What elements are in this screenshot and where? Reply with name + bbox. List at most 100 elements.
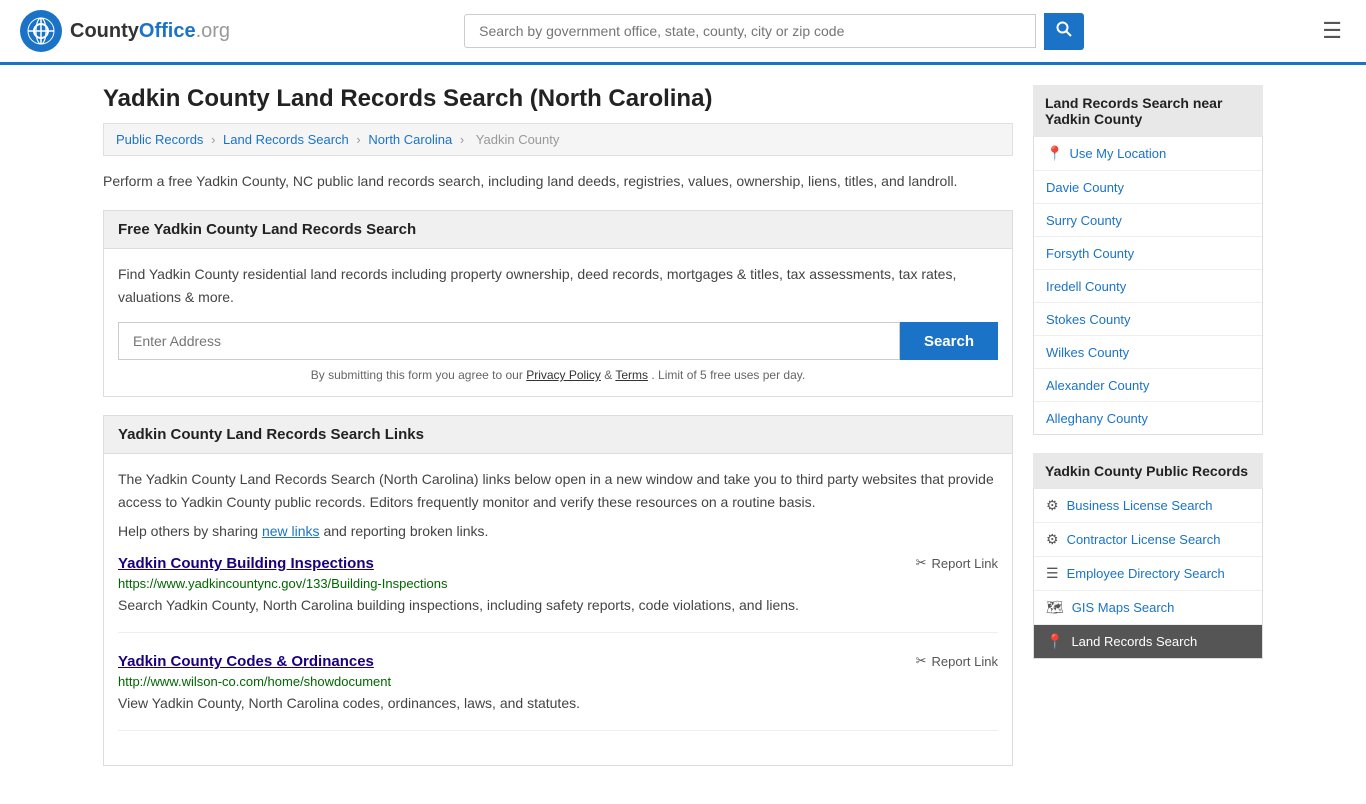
nearby-county-davie[interactable]: Davie County (1034, 171, 1262, 204)
sidebar: Land Records Search near Yadkin County 📍… (1033, 85, 1263, 784)
list-icon: ☰ (1046, 565, 1059, 582)
link-entry-1-desc: Search Yadkin County, North Carolina bui… (118, 595, 998, 616)
link-entry-2-link[interactable]: Yadkin County Codes & Ordinances (118, 653, 374, 670)
link-entry-2-desc: View Yadkin County, North Carolina codes… (118, 693, 998, 714)
limit-notice: . Limit of 5 free uses per day. (651, 368, 805, 382)
share-text: Help others by sharing (118, 523, 258, 539)
new-links-link[interactable]: new links (262, 523, 320, 539)
breadcrumb-yadkin-county: Yadkin County (476, 132, 560, 147)
link-entry-1-header: Yadkin County Building Inspections ✂ Rep… (118, 555, 998, 572)
nearby-section: Land Records Search near Yadkin County 📍… (1033, 85, 1263, 435)
free-search-description: Find Yadkin County residential land reco… (118, 263, 998, 308)
breadcrumb-sep-3: › (460, 132, 464, 147)
report-label-2: Report Link (932, 654, 998, 669)
pr-contractor-license[interactable]: ⚙ Contractor License Search (1034, 523, 1262, 557)
and-label: & (604, 368, 615, 382)
public-records-list: ⚙ Business License Search ⚙ Contractor L… (1033, 489, 1263, 659)
pr-land-records[interactable]: 📍 Land Records Search (1034, 625, 1262, 658)
terms-label: Terms (615, 368, 648, 382)
terms-link[interactable]: Terms (615, 368, 648, 382)
use-my-location-item[interactable]: 📍 Use My Location (1034, 137, 1262, 171)
links-section-body: The Yadkin County Land Records Search (N… (104, 454, 1012, 765)
free-search-header: Free Yadkin County Land Records Search (104, 211, 1012, 249)
wilkes-county-link[interactable]: Wilkes County (1046, 345, 1129, 360)
link-entry-2-header: Yadkin County Codes & Ordinances ✂ Repor… (118, 653, 998, 670)
header-search-input[interactable] (464, 14, 1036, 48)
address-input[interactable] (118, 322, 900, 360)
page-title: Yadkin County Land Records Search (North… (103, 85, 1013, 113)
privacy-policy-link[interactable]: Privacy Policy (526, 368, 601, 382)
nearby-county-forsyth[interactable]: Forsyth County (1034, 237, 1262, 270)
business-license-link[interactable]: Business License Search (1067, 498, 1213, 513)
iredell-county-link[interactable]: Iredell County (1046, 279, 1126, 294)
links-intro: The Yadkin County Land Records Search (N… (118, 468, 998, 513)
report-link-1[interactable]: ✂ Report Link (916, 555, 998, 571)
nearby-county-alexander[interactable]: Alexander County (1034, 369, 1262, 402)
link-entry-1-title: Yadkin County Building Inspections (118, 555, 374, 572)
alexander-county-link[interactable]: Alexander County (1046, 378, 1149, 393)
header-search-form (464, 13, 1084, 50)
pin-icon: 📍 (1046, 145, 1063, 162)
link-entry-2: Yadkin County Codes & Ordinances ✂ Repor… (118, 653, 998, 731)
link-entry-2-url: http://www.wilson-co.com/home/showdocume… (118, 674, 998, 689)
share-line: Help others by sharing new links and rep… (118, 523, 998, 539)
content-area: Yadkin County Land Records Search (North… (103, 85, 1013, 784)
land-records-link[interactable]: Land Records Search (1071, 634, 1197, 649)
gear-icon-2: ⚙ (1046, 531, 1059, 548)
link-entry-1-link[interactable]: Yadkin County Building Inspections (118, 555, 374, 572)
nearby-county-list: 📍 Use My Location Davie County Surry Cou… (1033, 137, 1263, 435)
share-end: and reporting broken links. (323, 523, 488, 539)
link-entry-1-url: https://www.yadkincountync.gov/133/Build… (118, 576, 998, 591)
breadcrumb-sep-2: › (356, 132, 360, 147)
nearby-county-iredell[interactable]: Iredell County (1034, 270, 1262, 303)
form-notice: By submitting this form you agree to our… (118, 368, 998, 382)
links-section-header: Yadkin County Land Records Search Links (104, 416, 1012, 454)
pr-gis-maps[interactable]: 🗺 GIS Maps Search (1034, 591, 1262, 625)
report-label-1: Report Link (932, 556, 998, 571)
address-search-form: Search (118, 322, 998, 360)
link-entry-2-title: Yadkin County Codes & Ordinances (118, 653, 374, 670)
main-container: Yadkin County Land Records Search (North… (83, 65, 1283, 804)
nearby-county-stokes[interactable]: Stokes County (1034, 303, 1262, 336)
use-my-location-link[interactable]: Use My Location (1069, 146, 1166, 161)
form-notice-text: By submitting this form you agree to our (311, 368, 523, 382)
report-icon-1: ✂ (916, 555, 927, 571)
page-description: Perform a free Yadkin County, NC public … (103, 170, 1013, 192)
pr-business-license[interactable]: ⚙ Business License Search (1034, 489, 1262, 523)
address-search-button[interactable]: Search (900, 322, 998, 360)
breadcrumb-land-records[interactable]: Land Records Search (223, 132, 349, 147)
new-links-label: new links (262, 523, 320, 539)
surry-county-link[interactable]: Surry County (1046, 213, 1122, 228)
logo-text: CountyOffice.org (70, 20, 230, 43)
report-link-2[interactable]: ✂ Report Link (916, 653, 998, 669)
pin-icon-pr: 📍 (1046, 633, 1063, 650)
nearby-county-alleghany[interactable]: Alleghany County (1034, 402, 1262, 434)
links-section: Yadkin County Land Records Search Links … (103, 415, 1013, 766)
breadcrumb: Public Records › Land Records Search › N… (103, 123, 1013, 156)
nearby-county-surry[interactable]: Surry County (1034, 204, 1262, 237)
breadcrumb-sep-1: › (211, 132, 215, 147)
alleghany-county-link[interactable]: Alleghany County (1046, 411, 1148, 426)
free-search-body: Find Yadkin County residential land reco… (104, 249, 1012, 396)
davie-county-link[interactable]: Davie County (1046, 180, 1124, 195)
breadcrumb-public-records[interactable]: Public Records (116, 132, 203, 147)
logo-office: Office (139, 20, 196, 42)
forsyth-county-link[interactable]: Forsyth County (1046, 246, 1134, 261)
gear-icon-1: ⚙ (1046, 497, 1059, 514)
nearby-county-wilkes[interactable]: Wilkes County (1034, 336, 1262, 369)
hamburger-menu-icon[interactable]: ☰ (1318, 14, 1346, 48)
stokes-county-link[interactable]: Stokes County (1046, 312, 1131, 327)
pr-employee-directory[interactable]: ☰ Employee Directory Search (1034, 557, 1262, 591)
breadcrumb-north-carolina[interactable]: North Carolina (368, 132, 452, 147)
link-entry-1: Yadkin County Building Inspections ✂ Rep… (118, 555, 998, 633)
public-records-section: Yadkin County Public Records ⚙ Business … (1033, 453, 1263, 659)
map-icon: 🗺 (1046, 599, 1064, 616)
contractor-license-link[interactable]: Contractor License Search (1067, 532, 1221, 547)
logo-area: CountyOffice.org (20, 10, 230, 52)
report-icon-2: ✂ (916, 653, 927, 669)
gis-maps-link[interactable]: GIS Maps Search (1072, 600, 1175, 615)
header-search-button[interactable] (1044, 13, 1084, 50)
employee-directory-link[interactable]: Employee Directory Search (1067, 566, 1225, 581)
public-records-header: Yadkin County Public Records (1033, 453, 1263, 489)
privacy-label: Privacy Policy (526, 368, 601, 382)
